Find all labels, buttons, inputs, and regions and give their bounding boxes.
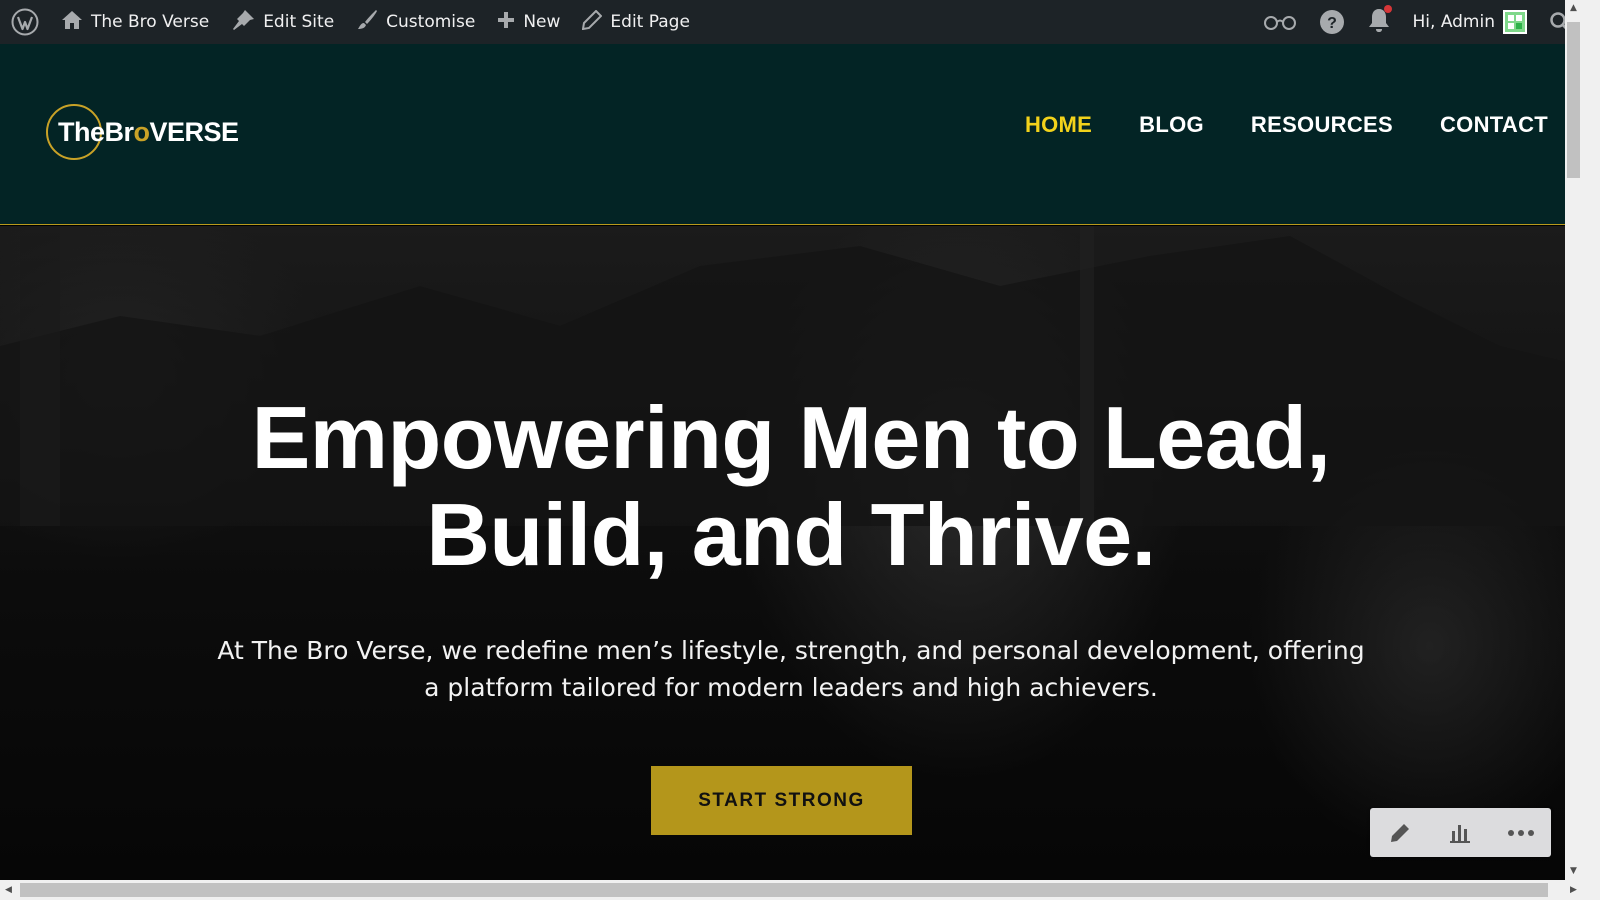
avatar: [1503, 10, 1527, 34]
help-icon[interactable]: ?: [1308, 0, 1356, 44]
site-name-label: The Bro Verse: [91, 12, 210, 32]
scroll-right-arrow-icon[interactable]: ▶: [1565, 880, 1582, 900]
horizontal-scrollbar[interactable]: ◀ ▶: [0, 880, 1582, 900]
horizontal-scroll-thumb[interactable]: [20, 883, 1548, 897]
main-navigation: HOME BLOG RESOURCES CONTACT: [978, 112, 1548, 138]
scroll-down-arrow-icon[interactable]: ▼: [1565, 863, 1582, 880]
pencil-icon: [582, 9, 603, 35]
bell-icon: [1367, 4, 1392, 38]
admin-bar-right: ? Hi, Admin: [1252, 0, 1583, 44]
hero-intro: At The Bro Verse, we redefine men’s life…: [170, 632, 1412, 706]
new-label: New: [523, 12, 561, 32]
greeting-label: Hi, Admin: [1412, 12, 1496, 32]
hero-intro-line-2: a platform tailored for modern leaders a…: [424, 673, 1158, 702]
my-account-menu[interactable]: Hi, Admin: [1402, 0, 1539, 44]
logo-text-o: o: [133, 116, 151, 147]
customise-label: Customise: [386, 12, 476, 32]
brush-pin-icon: [231, 9, 255, 36]
start-strong-button[interactable]: START STRONG: [651, 766, 912, 835]
admin-bar: The Bro Verse Edit Site Customise New Ed…: [0, 0, 1582, 44]
edit-page-label: Edit Page: [610, 12, 690, 32]
home-icon: [61, 10, 83, 35]
hero-section: Empowering Men to Lead, Build, and Thriv…: [0, 226, 1582, 880]
logo-wordmark: TheBroVERSE: [58, 117, 239, 148]
bar-chart-icon[interactable]: [1440, 813, 1480, 853]
edit-page-button[interactable]: Edit Page: [571, 0, 700, 44]
nav-item-home[interactable]: HOME: [1025, 112, 1092, 138]
svg-text:?: ?: [1327, 15, 1337, 32]
scroll-left-arrow-icon[interactable]: ◀: [0, 880, 17, 900]
admin-bar-left: The Bro Verse Edit Site Customise New Ed…: [0, 0, 701, 44]
pencil-icon[interactable]: [1380, 813, 1420, 853]
hero-heading: Empowering Men to Lead, Build, and Thriv…: [0, 389, 1582, 583]
edit-site-label: Edit Site: [263, 12, 335, 32]
plus-icon: [497, 11, 515, 34]
reader-glasses-icon[interactable]: [1252, 0, 1308, 44]
edit-site-button[interactable]: Edit Site: [220, 0, 345, 44]
more-dots-icon[interactable]: [1501, 813, 1541, 853]
logo-text-verse: VERSE: [149, 116, 240, 147]
vertical-scrollbar[interactable]: ▲ ▼: [1565, 0, 1582, 880]
hero-heading-line-2: Build, and Thrive.: [426, 485, 1156, 584]
window-edge: [1582, 0, 1600, 900]
floating-toolbar: [1370, 808, 1551, 857]
notifications-button[interactable]: [1356, 0, 1402, 44]
vertical-scroll-thumb[interactable]: [1567, 22, 1580, 178]
customise-button[interactable]: Customise: [345, 0, 486, 44]
site-header: TheBroVERSE HOME BLOG RESOURCES CONTACT: [0, 44, 1582, 225]
nav-item-blog[interactable]: BLOG: [1139, 112, 1204, 138]
nav-item-contact[interactable]: CONTACT: [1440, 112, 1548, 138]
new-content-button[interactable]: New: [486, 0, 571, 44]
wordpress-logo-icon[interactable]: [0, 0, 50, 44]
scroll-up-arrow-icon[interactable]: ▲: [1565, 0, 1582, 17]
paintbrush-icon: [356, 9, 378, 36]
admin-bar-site-link[interactable]: The Bro Verse: [50, 0, 220, 44]
logo-text-the-bro: TheBr: [58, 116, 134, 147]
nav-item-resources[interactable]: RESOURCES: [1251, 112, 1393, 138]
hero-intro-line-1: At The Bro Verse, we redefine men’s life…: [217, 636, 1365, 665]
notification-dot: [1383, 4, 1392, 13]
site-logo[interactable]: TheBroVERSE: [46, 102, 239, 162]
hero-heading-line-1: Empowering Men to Lead,: [251, 388, 1331, 487]
